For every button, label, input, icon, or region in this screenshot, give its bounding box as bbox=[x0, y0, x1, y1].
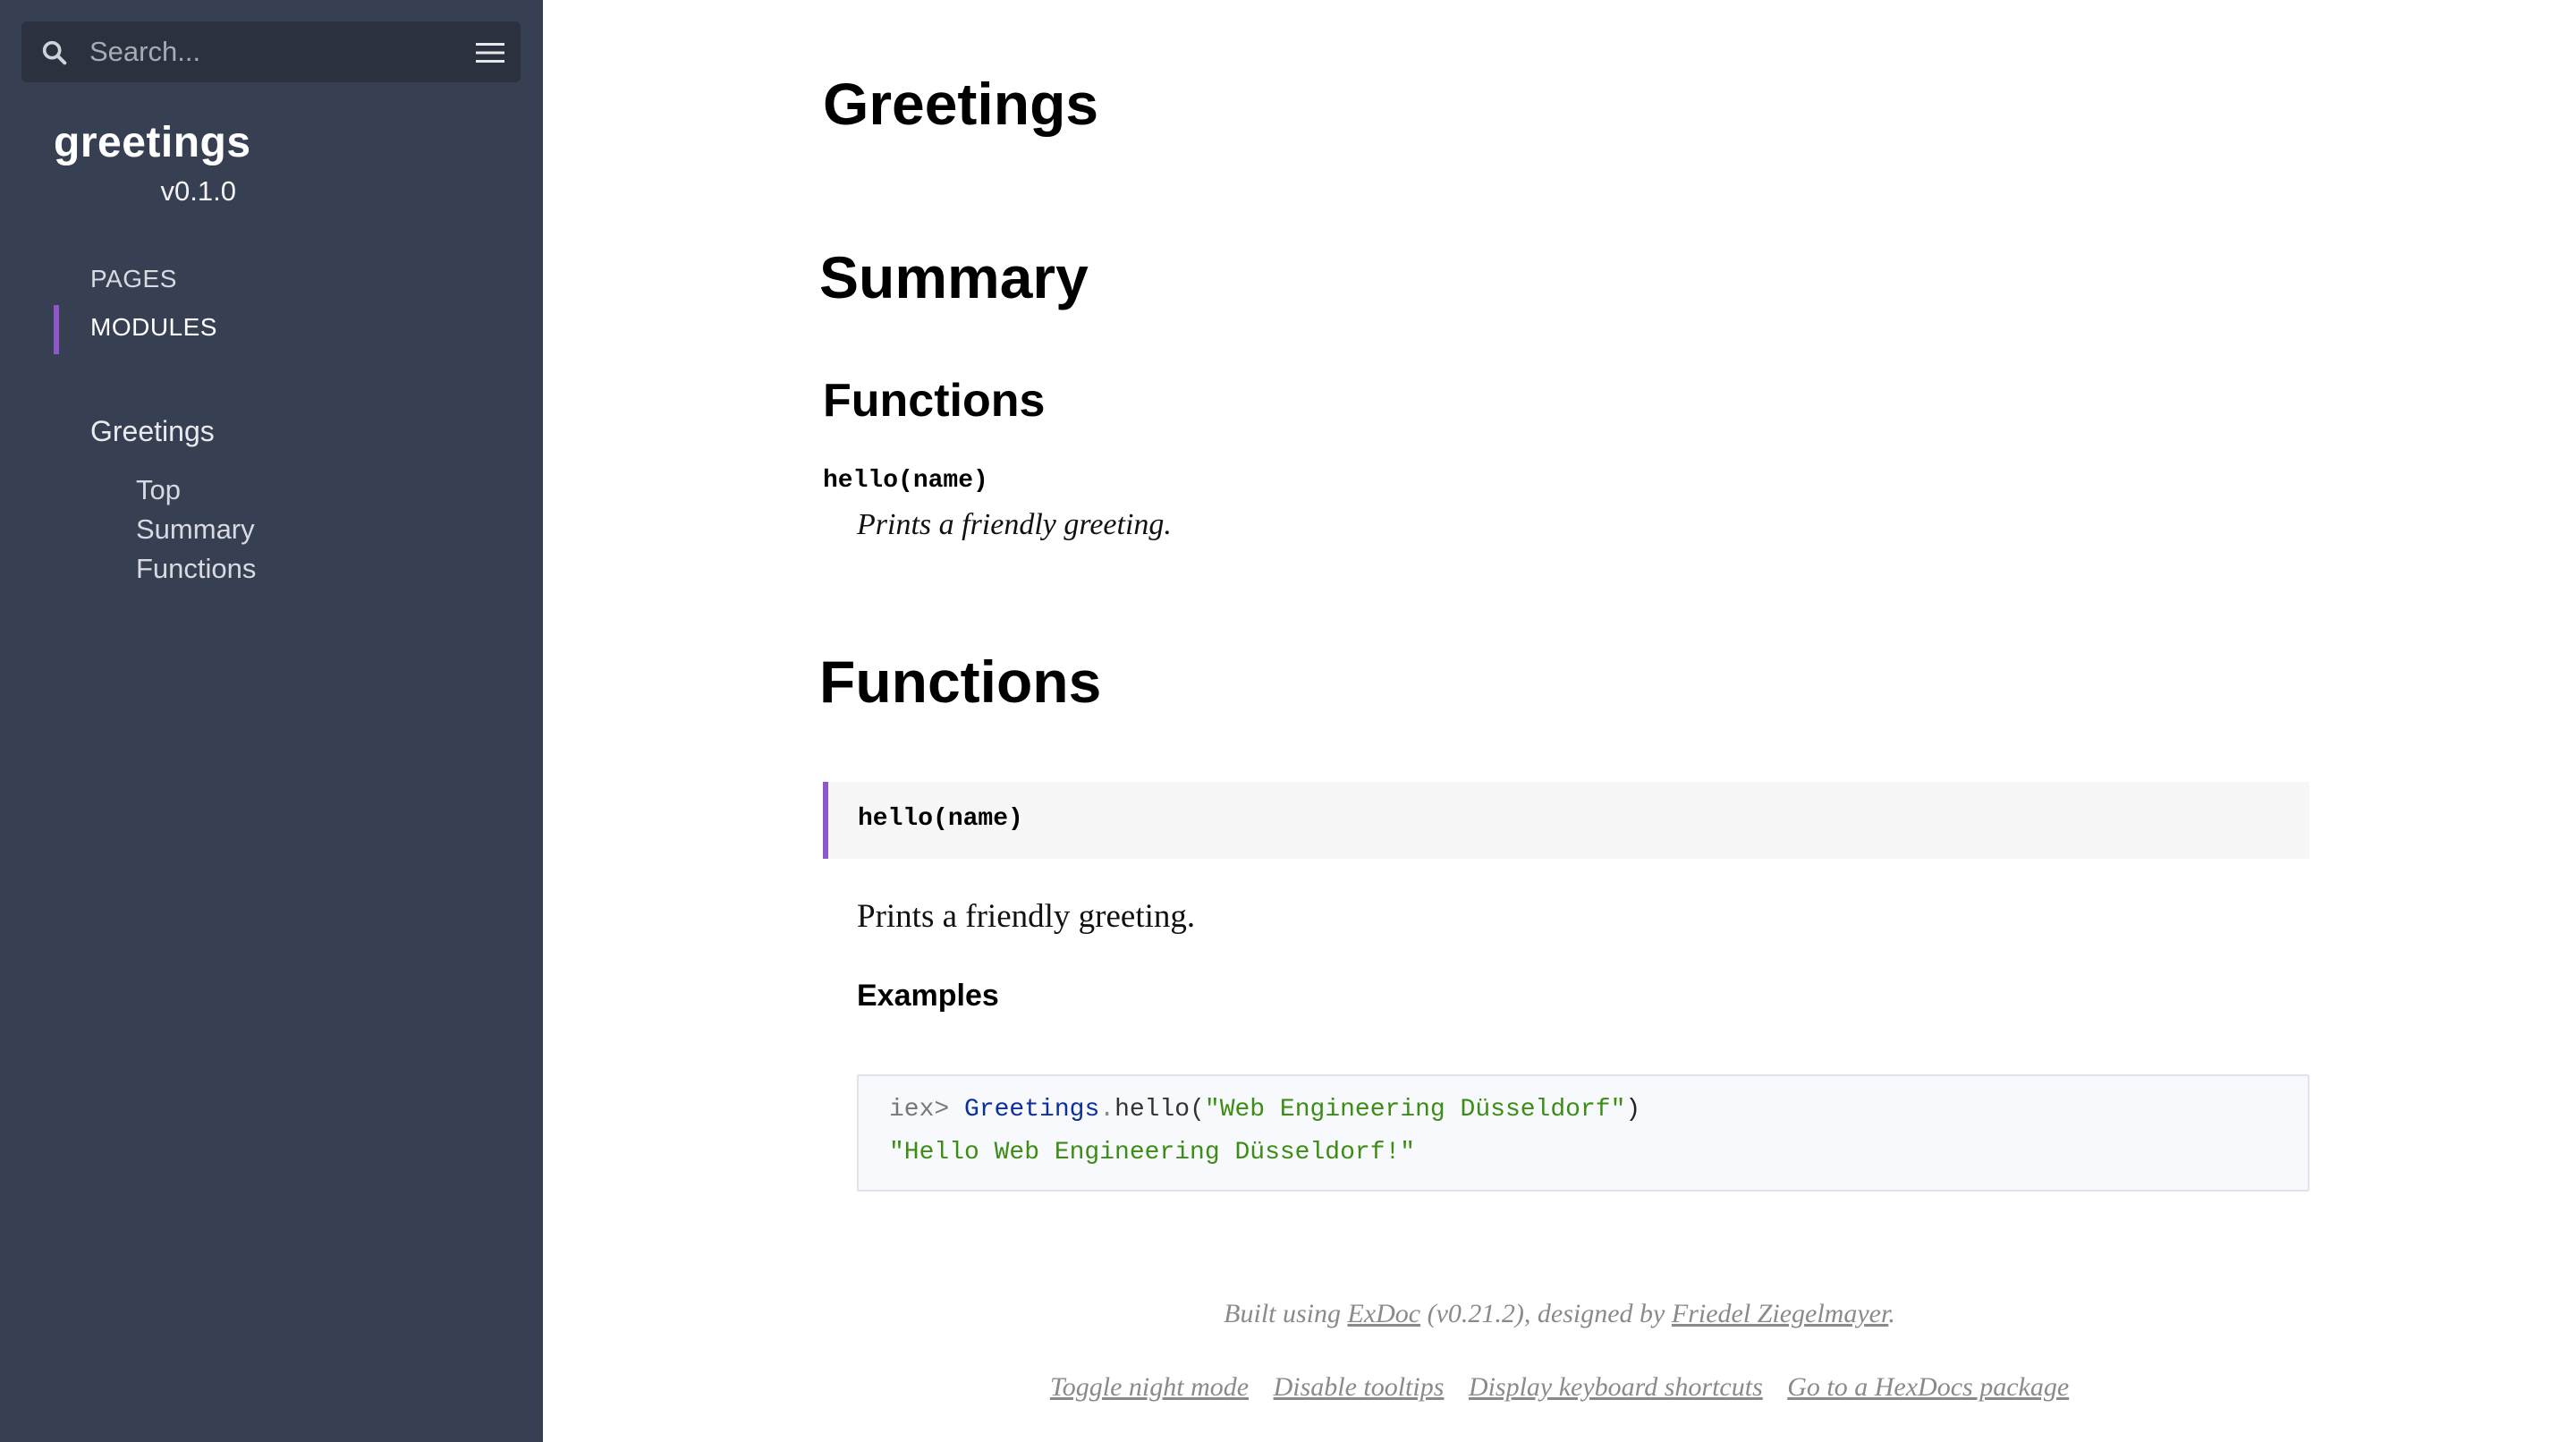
footer-built-middle: (v0.21.2), designed by bbox=[1420, 1299, 1672, 1328]
code-module: Greetings bbox=[964, 1096, 1100, 1124]
footer-built-suffix: . bbox=[1888, 1299, 1895, 1328]
hexdocs-package-link[interactable]: Go to a HexDocs package bbox=[1787, 1372, 2069, 1402]
code-close-paren: ) bbox=[1625, 1096, 1641, 1124]
project-version: v0.1.0 bbox=[160, 175, 236, 207]
summary-functions-heading[interactable]: Functions bbox=[823, 374, 1045, 428]
sidebar-item-summary[interactable]: Summary bbox=[136, 513, 255, 546]
sidebar-item-greetings[interactable]: Greetings bbox=[90, 415, 215, 448]
search-icon[interactable] bbox=[39, 38, 70, 68]
code-dot: . bbox=[1099, 1096, 1115, 1124]
footer-credits: Built using ExDoc (v0.21.2), designed by… bbox=[543, 1299, 2576, 1329]
hamburger-menu-icon[interactable] bbox=[474, 39, 506, 66]
toggle-night-mode-link[interactable]: Toggle night mode bbox=[1050, 1372, 1249, 1402]
code-line-input: iex> Greetings.hello("Web Engineering Dü… bbox=[889, 1096, 1640, 1124]
code-example: iex> Greetings.hello("Web Engineering Dü… bbox=[857, 1074, 2309, 1192]
sidebar: greetings v0.1.0 PAGES MODULES Greetings… bbox=[0, 0, 543, 1442]
tab-pages[interactable]: PAGES bbox=[90, 265, 177, 293]
footer-built-prefix: Built using bbox=[1224, 1299, 1348, 1328]
summary-function-doc: Prints a friendly greeting. bbox=[857, 508, 1172, 541]
code-function-call: hello( bbox=[1114, 1096, 1205, 1124]
code-string-arg: "Web Engineering Düsseldorf" bbox=[1204, 1096, 1626, 1124]
exdoc-link[interactable]: ExDoc bbox=[1348, 1299, 1421, 1328]
page-title: Greetings bbox=[823, 71, 1099, 137]
tab-modules[interactable]: MODULES bbox=[90, 313, 217, 342]
disable-tooltips-link[interactable]: Disable tooltips bbox=[1274, 1372, 1445, 1402]
code-prompt: iex> bbox=[889, 1096, 965, 1124]
sidebar-item-top[interactable]: Top bbox=[136, 474, 181, 506]
examples-heading: Examples bbox=[857, 979, 999, 1013]
search-bar bbox=[21, 21, 521, 82]
code-line-result: "Hello Web Engineering Düsseldorf!" bbox=[889, 1139, 1416, 1166]
function-doc: Prints a friendly greeting. bbox=[857, 898, 1196, 935]
main-content: Greetings Summary Functions hello(name) … bbox=[543, 0, 2576, 1442]
function-detail-header: hello(name) bbox=[823, 782, 2309, 859]
summary-function-link[interactable]: hello(name) bbox=[823, 467, 988, 495]
summary-heading[interactable]: Summary bbox=[819, 243, 1089, 311]
keyboard-shortcuts-link[interactable]: Display keyboard shortcuts bbox=[1469, 1372, 1763, 1402]
functions-heading[interactable]: Functions bbox=[819, 648, 1101, 716]
footer-links: Toggle night mode Disable tooltips Displ… bbox=[543, 1372, 2576, 1403]
function-signature[interactable]: hello(name) bbox=[858, 805, 1023, 833]
active-tab-indicator bbox=[54, 305, 59, 354]
sidebar-item-functions[interactable]: Functions bbox=[136, 553, 256, 585]
author-link[interactable]: Friedel Ziegelmayer bbox=[1672, 1299, 1888, 1328]
search-input[interactable] bbox=[89, 29, 429, 75]
project-name[interactable]: greetings bbox=[54, 118, 251, 167]
